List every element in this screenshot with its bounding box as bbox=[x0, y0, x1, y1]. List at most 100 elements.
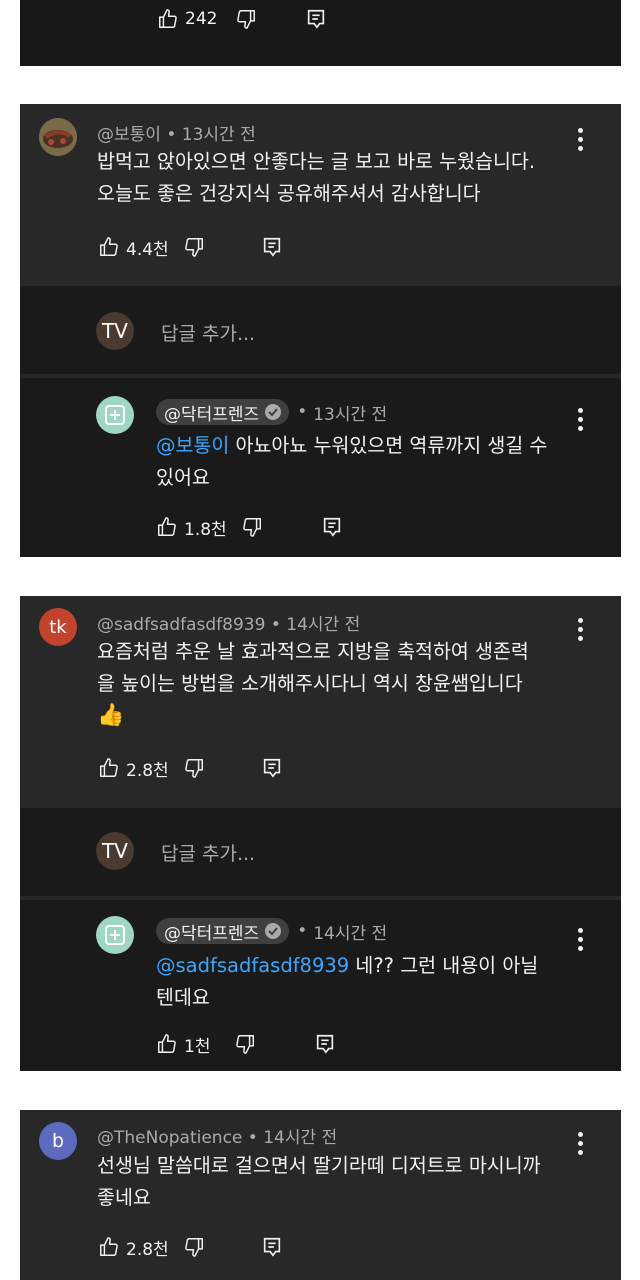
reply-meta: @닥터프렌즈 • 13시간 전 bbox=[156, 399, 387, 425]
reply-text: @보통이 아뇨아뇨 누워있으면 역류까지 생길 수 있어요 bbox=[156, 430, 547, 494]
dislike-icon[interactable] bbox=[183, 236, 205, 258]
comment-line: 오늘도 좋은 건강지식 공유해주셔서 감사합니다 bbox=[97, 182, 481, 205]
like-count: 242 bbox=[185, 9, 218, 29]
reply-icon[interactable] bbox=[261, 236, 283, 258]
comment-meta: @보통이 • 13시간 전 bbox=[97, 120, 256, 145]
like-count: 2.8천 bbox=[126, 760, 169, 781]
verified-icon bbox=[265, 923, 282, 939]
reply-input-area[interactable]: TV 답글 추가... bbox=[20, 286, 621, 374]
more-options-icon[interactable] bbox=[578, 618, 584, 645]
author-handle[interactable]: @TheNopatience bbox=[97, 1128, 242, 1148]
avatar-initials: TV bbox=[102, 319, 128, 343]
reply-meta: @닥터프렌즈 • 14시간 전 bbox=[156, 918, 387, 944]
like-icon[interactable] bbox=[98, 757, 120, 779]
comment-actions: 242 bbox=[157, 6, 327, 32]
more-options-icon[interactable] bbox=[578, 928, 584, 955]
reply-placeholder[interactable]: 답글 추가... bbox=[161, 319, 255, 346]
like-icon[interactable] bbox=[98, 236, 120, 258]
like-icon[interactable] bbox=[156, 516, 178, 538]
thumbs-up-emoji: 👍 bbox=[97, 703, 125, 728]
comment-line: 좋네요 bbox=[97, 1186, 151, 1209]
reply-placeholder[interactable]: 답글 추가... bbox=[161, 839, 255, 866]
medical-cross-icon bbox=[105, 925, 125, 945]
comment-meta: @TheNopatience • 14시간 전 bbox=[97, 1123, 337, 1148]
reply-icon[interactable] bbox=[321, 516, 343, 538]
comment-meta: @sadfsadfasdf8939 • 14시간 전 bbox=[97, 610, 360, 635]
comment-text: 선생님 말씀대로 걸으면서 딸기라떼 디저트로 마시니까 좋네요 bbox=[97, 1150, 541, 1214]
dislike-icon[interactable] bbox=[234, 1033, 256, 1055]
dislike-icon[interactable] bbox=[241, 516, 263, 538]
timestamp: 14시간 전 bbox=[263, 1128, 338, 1148]
timestamp: 13시간 전 bbox=[181, 125, 256, 145]
separator: • bbox=[166, 125, 177, 145]
like-icon[interactable] bbox=[156, 1033, 178, 1055]
user-avatar: TV bbox=[96, 832, 134, 870]
comment-text: 요즘처럼 추운 날 효과적으로 지방을 축적하여 생존력 을 높이는 방법을 소… bbox=[97, 636, 529, 732]
reply-line: @sadfsadfasdf8939 네?? 그런 내용이 아닐 bbox=[156, 950, 538, 982]
avatar-initials: tk bbox=[49, 616, 67, 638]
reply-line-text: 네?? 그런 내용이 아닐 bbox=[349, 954, 539, 977]
mention-link[interactable]: @sadfsadfasdf8939 bbox=[156, 954, 349, 977]
reply-item: @닥터프렌즈 • 13시간 전 @보통이 아뇨아뇨 누워있으면 역류까지 생길 … bbox=[20, 378, 621, 557]
reply-line: 있어요 bbox=[156, 466, 210, 489]
comment-actions: 2.8천 bbox=[98, 1234, 283, 1260]
like-icon[interactable] bbox=[157, 8, 179, 30]
like-count: 1.8천 bbox=[184, 519, 227, 540]
more-options-icon[interactable] bbox=[578, 1132, 584, 1159]
like-count: 1천 bbox=[184, 1036, 211, 1057]
like-icon[interactable] bbox=[98, 1236, 120, 1258]
comment-thread: tk @sadfsadfasdf8939 • 14시간 전 요즘처럼 추운 날 … bbox=[20, 596, 621, 1071]
channel-avatar[interactable] bbox=[96, 916, 134, 954]
food-photo-icon bbox=[39, 118, 77, 156]
dislike-icon[interactable] bbox=[183, 1236, 205, 1258]
author-handle: @닥터프렌즈 bbox=[164, 404, 260, 425]
reply-actions: 1.8천 bbox=[156, 514, 343, 540]
avatar[interactable]: b bbox=[39, 1122, 77, 1160]
more-options-icon[interactable] bbox=[578, 128, 584, 155]
author-handle[interactable]: @sadfsadfasdf8939 bbox=[97, 615, 265, 635]
verified-icon bbox=[265, 404, 282, 420]
dislike-icon[interactable] bbox=[183, 757, 205, 779]
channel-avatar[interactable] bbox=[96, 396, 134, 434]
comment-actions: 4.4천 bbox=[98, 234, 283, 260]
timestamp: 14시간 전 bbox=[313, 923, 388, 944]
comment-actions: 2.8천 bbox=[98, 755, 283, 781]
comment-thread: @보통이 • 13시간 전 밥먹고 앉아있으면 안좋다는 글 보고 바로 누웠습… bbox=[20, 104, 621, 557]
comment-text: 밥먹고 앉아있으면 안좋다는 글 보고 바로 누웠습니다. 오늘도 좋은 건강지… bbox=[97, 146, 535, 210]
avatar-initials: TV bbox=[102, 839, 128, 863]
creator-badge[interactable]: @닥터프렌즈 bbox=[156, 399, 290, 425]
author-handle: @닥터프렌즈 bbox=[164, 923, 260, 944]
dislike-icon[interactable] bbox=[235, 8, 257, 30]
more-options-icon[interactable] bbox=[578, 408, 584, 435]
separator: • bbox=[247, 1128, 258, 1148]
reply-icon[interactable] bbox=[261, 1236, 283, 1258]
mention-link[interactable]: @보통이 bbox=[156, 434, 229, 457]
reply-item: @닥터프렌즈 • 14시간 전 @sadfsadfasdf8939 네?? 그런… bbox=[20, 900, 621, 1071]
reply-icon[interactable] bbox=[314, 1033, 336, 1055]
reply-line: 텐데요 bbox=[156, 986, 210, 1009]
like-count: 4.4천 bbox=[126, 239, 169, 260]
author-handle[interactable]: @보통이 bbox=[97, 125, 161, 145]
separator: • bbox=[270, 615, 281, 635]
creator-badge[interactable]: @닥터프렌즈 bbox=[156, 918, 290, 944]
avatar[interactable]: tk bbox=[39, 608, 77, 646]
separator: • bbox=[297, 402, 308, 422]
comment-line: 을 높이는 방법을 소개해주시다니 역시 창윤쌤입니다 bbox=[97, 672, 523, 695]
reply-actions: 1천 bbox=[156, 1031, 336, 1057]
reply-line-text: 아뇨아뇨 누워있으면 역류까지 생길 수 bbox=[229, 434, 548, 457]
like-count: 2.8천 bbox=[126, 1239, 169, 1260]
user-avatar: TV bbox=[96, 312, 134, 350]
reply-icon[interactable] bbox=[261, 757, 283, 779]
reply-line: @보통이 아뇨아뇨 누워있으면 역류까지 생길 수 bbox=[156, 430, 547, 462]
separator: • bbox=[297, 921, 308, 941]
reply-input-area[interactable]: TV 답글 추가... bbox=[20, 808, 621, 896]
timestamp: 13시간 전 bbox=[313, 404, 388, 425]
timestamp: 14시간 전 bbox=[286, 615, 361, 635]
comment-thread: b @TheNopatience • 14시간 전 선생님 말씀대로 걸으면서 … bbox=[20, 1110, 621, 1280]
avatar[interactable] bbox=[39, 118, 77, 156]
comment-card-partial: 242 bbox=[20, 0, 621, 66]
comment-line: 밥먹고 앉아있으면 안좋다는 글 보고 바로 누웠습니다. bbox=[97, 150, 536, 173]
comment-line: 요즘처럼 추운 날 효과적으로 지방을 축적하여 생존력 bbox=[97, 640, 529, 663]
reply-icon[interactable] bbox=[305, 8, 327, 30]
comment-line: 선생님 말씀대로 걸으면서 딸기라떼 디저트로 마시니까 bbox=[97, 1154, 541, 1177]
